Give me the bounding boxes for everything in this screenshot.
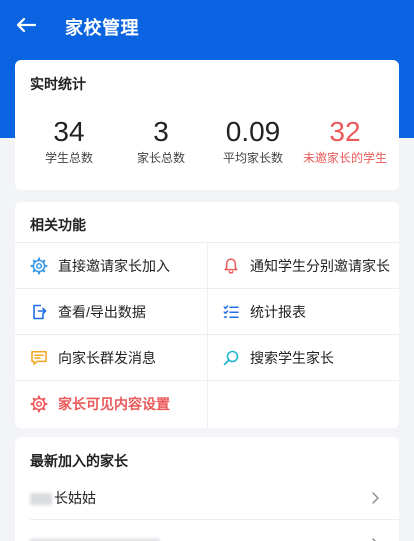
stat-value: 32 (329, 116, 361, 147)
search-icon (222, 349, 240, 367)
list-item[interactable] (15, 521, 399, 541)
export-icon (30, 303, 48, 321)
search-parents-button[interactable]: 搜索学生家长 (222, 335, 334, 381)
statistics-report-button[interactable]: 统计报表 (222, 289, 306, 335)
newest-parents-card: 最新加入的家长 长姑姑 (15, 437, 399, 541)
divider (207, 242, 208, 428)
back-arrow-icon[interactable] (12, 12, 40, 38)
parent-visible-settings-button[interactable]: 家长可见内容设置 (30, 381, 170, 427)
invite-parents-button[interactable]: 直接邀请家长加入 (30, 243, 170, 289)
bell-icon (222, 257, 240, 275)
realtime-stats-title: 实时统计 (30, 76, 86, 92)
parent-name (30, 536, 160, 541)
checklist-icon (222, 303, 240, 321)
chevron-right-icon (372, 538, 376, 541)
stat-label: 学生总数 (44, 151, 93, 165)
gear-icon (30, 257, 48, 275)
func-label: 直接邀请家长加入 (58, 258, 170, 274)
func-label: 搜索学生家长 (250, 350, 334, 366)
stat-label: 未邀家长的学生 (302, 151, 387, 165)
page-title: 家校管理 (65, 18, 139, 38)
stat-value: 0.09 (225, 116, 281, 147)
stat-label: 平均家长数 (222, 151, 283, 165)
redacted-text (30, 493, 52, 506)
view-export-data-button[interactable]: 查看/导出数据 (30, 289, 146, 335)
stat-parent-total: 3 家长总数 (113, 116, 209, 166)
stat-uninvited-students[interactable]: 32 未邀家长的学生 (297, 116, 393, 166)
func-label: 向家长群发消息 (58, 350, 156, 366)
func-label: 查看/导出数据 (58, 304, 146, 320)
related-functions-card: 相关功能 直接邀请家长加入 通知学生分别邀请家长 查看/导出数据 统计报表 向家… (15, 202, 399, 428)
func-label: 统计报表 (250, 304, 306, 320)
stat-student-total: 34 学生总数 (21, 116, 117, 166)
func-label: 家长可见内容设置 (58, 396, 170, 412)
realtime-stats-card: 实时统计 34 学生总数 3 家长总数 0.09 平均家长数 32 未邀家长的学… (15, 60, 399, 190)
functions-title: 相关功能 (30, 217, 86, 233)
notify-students-invite-button[interactable]: 通知学生分别邀请家长 (222, 243, 390, 289)
list-item[interactable]: 长姑姑 (15, 475, 399, 521)
message-icon (30, 349, 48, 367)
parent-name-text: 长姑姑 (54, 490, 96, 506)
stat-value: 34 (53, 116, 85, 147)
divider (30, 519, 399, 520)
chevron-right-icon (372, 492, 379, 504)
parent-name: 长姑姑 (30, 488, 96, 508)
nav-bar: 家校管理 (0, 0, 414, 52)
newest-parents-title: 最新加入的家长 (30, 453, 128, 469)
func-label: 通知学生分别邀请家长 (250, 258, 390, 274)
stat-avg-parents: 0.09 平均家长数 (205, 116, 301, 166)
stat-value: 3 (153, 116, 169, 147)
stat-label: 家长总数 (136, 151, 185, 165)
broadcast-message-button[interactable]: 向家长群发消息 (30, 335, 156, 381)
settings-icon (30, 395, 48, 413)
